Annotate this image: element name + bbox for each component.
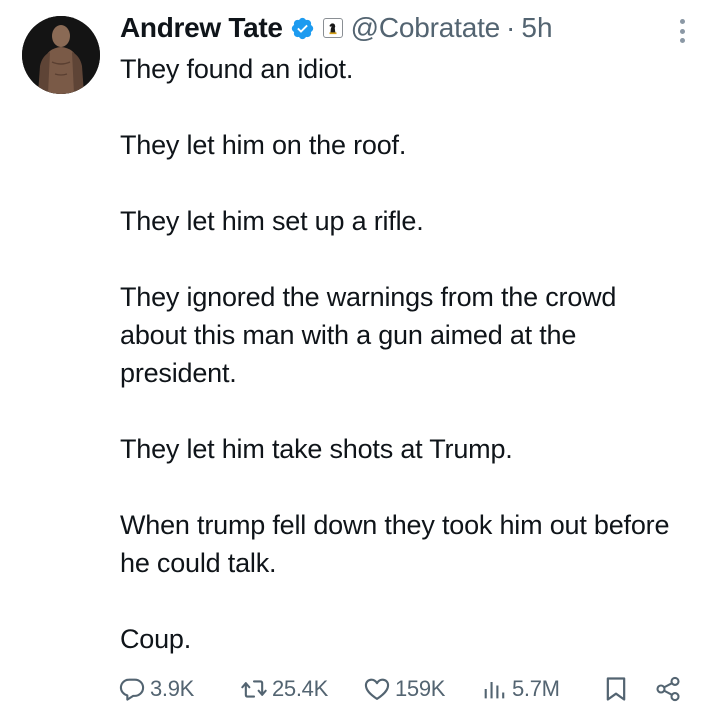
tweet-paragraph: When trump fell down they took him out b… bbox=[120, 510, 670, 578]
views-button[interactable]: 5.7M bbox=[480, 672, 560, 706]
tweet-paragraph: Coup. bbox=[120, 624, 192, 654]
avatar[interactable] bbox=[22, 16, 100, 94]
retweet-count: 25.4K bbox=[272, 676, 328, 701]
tweet: Andrew Tate @Cobratate · 5h They found a… bbox=[0, 0, 709, 713]
separator-dot: · bbox=[506, 12, 516, 43]
chess-knight-icon[interactable] bbox=[322, 18, 343, 38]
views-count: 5.7M bbox=[512, 676, 560, 701]
tweet-paragraph: They ignored the warnings from the crowd… bbox=[120, 282, 617, 388]
avatar-image bbox=[22, 16, 100, 94]
views-icon bbox=[484, 682, 505, 699]
timestamp[interactable]: 5h bbox=[521, 12, 552, 44]
reply-button[interactable]: 3.9K bbox=[118, 672, 194, 706]
user-handle[interactable]: @Cobratate bbox=[351, 12, 501, 44]
like-count: 159K bbox=[395, 676, 446, 701]
verified-badge-icon[interactable] bbox=[290, 16, 315, 41]
tweet-paragraph: They let him on the roof. bbox=[120, 130, 407, 160]
retweet-button[interactable]: 25.4K bbox=[240, 672, 328, 706]
tweet-paragraph: They found an idiot. bbox=[120, 54, 354, 84]
tweet-header: Andrew Tate @Cobratate · 5h bbox=[120, 12, 553, 44]
action-bar: 3.9K 25.4K 159K 5.7M bbox=[118, 672, 690, 706]
like-button[interactable]: 159K bbox=[363, 672, 445, 706]
retweet-icon bbox=[241, 680, 267, 698]
share-icon bbox=[656, 676, 680, 702]
share-button[interactable] bbox=[654, 672, 682, 706]
bookmark-icon bbox=[606, 677, 626, 701]
tweet-paragraph: They let him take shots at Trump. bbox=[120, 434, 513, 464]
tweet-paragraph: They let him set up a rifle. bbox=[120, 206, 424, 236]
heart-icon bbox=[364, 678, 390, 700]
more-icon[interactable] bbox=[672, 16, 692, 46]
bookmark-button[interactable] bbox=[602, 672, 630, 706]
display-name[interactable]: Andrew Tate bbox=[120, 12, 283, 44]
tweet-body: They found an idiot. They let him on the… bbox=[120, 50, 690, 658]
reply-count: 3.9K bbox=[150, 676, 195, 701]
reply-icon bbox=[119, 678, 145, 701]
